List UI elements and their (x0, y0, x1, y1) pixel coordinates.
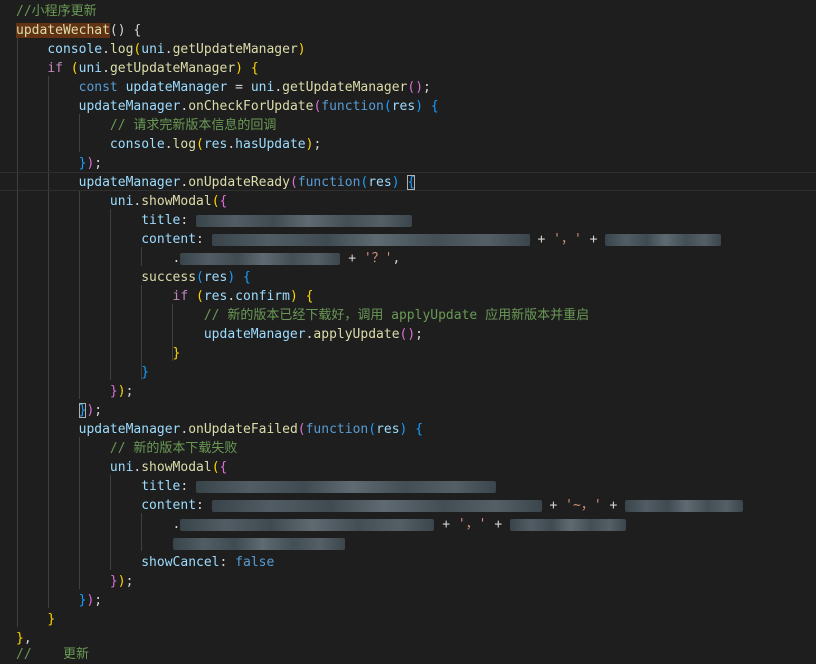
redacted-text (605, 233, 722, 246)
redacted-text (625, 499, 744, 512)
code-line: }); (78, 156, 103, 171)
redacted-text (172, 537, 345, 550)
code-line: updateManager.onUpdateFailed(function(re… (78, 422, 424, 437)
code-line: showCancel: false (141, 555, 275, 570)
code-line: uni.showModal({ (109, 194, 228, 209)
bracket-match: { (407, 175, 416, 190)
code-line: title: (16, 477, 497, 496)
redacted-text (211, 499, 542, 512)
code-line: if (res.confirm) { (172, 289, 314, 304)
code-line: updateWechat() { (16, 23, 142, 38)
code-line: console.log(uni.getUpdateManager) (47, 42, 306, 57)
question-string: '？' (363, 251, 393, 266)
code-line: }); (109, 574, 134, 589)
code-line: updateManager.onUpdateReady(function(res… (78, 175, 416, 190)
code-line: } (47, 612, 56, 627)
code-line: }); (78, 593, 103, 608)
code-line: console.log(res.hasUpdate); (109, 137, 322, 152)
code-line: // 更新 (16, 647, 89, 662)
code-line: success(res) { (141, 270, 251, 285)
code-editor[interactable]: //小程序更新 updateWechat() { console.log(uni… (0, 0, 816, 662)
redacted-text (196, 214, 413, 227)
code-line (16, 534, 345, 553)
code-line: // 请求完新版本信息的回调 (109, 118, 277, 133)
code-line: if (uni.getUpdateManager) { (47, 61, 259, 76)
code-line: } (172, 346, 181, 361)
code-line: content: + '，' + (16, 230, 722, 249)
code-line: // 新的版本下载失败 (109, 441, 238, 456)
redacted-text (510, 518, 626, 531)
redacted-text (211, 233, 530, 246)
code-line: updateManager.onCheckForUpdate(function(… (78, 99, 439, 114)
code-line: content: + '~，' + (16, 496, 744, 515)
code-line: }); (78, 403, 103, 418)
redacted-text (180, 518, 435, 531)
code-line: } (141, 365, 150, 380)
function-name: updateWechat (16, 23, 110, 38)
code-line: . + '？', (16, 251, 401, 266)
code-line: . + '，' + (16, 515, 626, 534)
code-line: const updateManager = uni.getUpdateManag… (78, 80, 431, 95)
code-line: }); (109, 384, 134, 399)
redacted-text (180, 252, 341, 265)
code-line: updateManager.applyUpdate(); (203, 327, 423, 342)
redacted-text (196, 480, 497, 493)
code-line: //小程序更新 (16, 4, 97, 19)
code-line: // 新的版本已经下载好，调用 applyUpdate 应用新版本并重启 (203, 308, 590, 323)
code-line: uni.showModal({ (109, 460, 228, 475)
code-line: title: (16, 211, 413, 230)
